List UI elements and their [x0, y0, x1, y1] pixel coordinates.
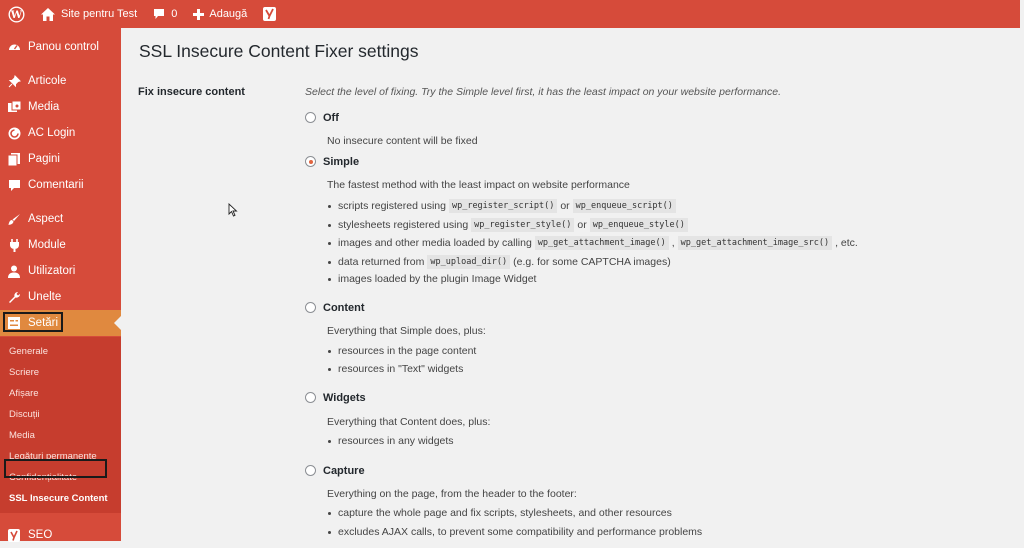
home-icon	[41, 7, 55, 21]
radio-simple[interactable]	[305, 156, 316, 167]
menu-label: Unelte	[28, 291, 62, 303]
list-item: resources in the page content	[327, 345, 476, 357]
menu-label: Module	[28, 239, 66, 251]
menu-articole[interactable]: Articole	[0, 68, 121, 94]
submenu-media[interactable]: Media	[9, 430, 35, 441]
list-item: resources in "Text" widgets	[327, 363, 463, 375]
list-item: images and other media loaded by calling…	[327, 236, 858, 250]
dashboard-icon	[7, 40, 21, 54]
menu-utilizatori[interactable]: Utilizatori	[0, 258, 121, 284]
field-label: Fix insecure content	[138, 86, 245, 98]
option-widgets-label[interactable]: Widgets	[323, 392, 366, 404]
yoast-icon	[7, 528, 21, 542]
comment-bubble-icon	[153, 8, 165, 20]
menu-label: Utilizatori	[28, 265, 76, 277]
pin-icon	[7, 74, 21, 88]
menu-comentarii[interactable]: Comentarii	[0, 172, 121, 198]
menu-dashboard[interactable]: Panou control	[0, 34, 121, 60]
menu-label: Media	[28, 101, 60, 113]
menu-label: Panou control	[28, 41, 99, 53]
menu-label: Articole	[28, 75, 67, 87]
page-title: SSL Insecure Content Fixer settings	[139, 41, 419, 61]
highlight-box	[3, 312, 63, 332]
menu-label: SEO	[28, 529, 53, 541]
comment-icon	[7, 178, 21, 192]
code-snippet: wp_enqueue_script()	[572, 199, 676, 213]
option-content-text: Everything that Simple does, plus:	[327, 325, 486, 337]
yoast-seo-icon[interactable]	[255, 0, 284, 28]
wrench-icon	[7, 290, 21, 304]
add-new-link[interactable]: Adaugă	[185, 0, 255, 28]
option-capture-label[interactable]: Capture	[323, 465, 365, 477]
menu-label: Pagini	[28, 153, 60, 165]
code-snippet: wp_register_script()	[448, 199, 558, 213]
menu-media[interactable]: Media	[0, 94, 121, 120]
code-snippet: wp_register_style()	[471, 218, 575, 232]
option-simple-label[interactable]: Simple	[323, 156, 359, 168]
list-item: capture the whole page and fix scripts, …	[327, 507, 672, 519]
list-item: images loaded by the plugin Image Widget	[327, 273, 536, 285]
field-description: Select the level of fixing. Try the Simp…	[305, 86, 782, 98]
menu-unelte[interactable]: Unelte	[0, 284, 121, 310]
list-item: data returned from wp_upload_dir() (e.g.…	[327, 255, 671, 269]
menu-label: Aspect	[28, 213, 64, 225]
active-caret	[114, 316, 121, 330]
list-item: resources in any widgets	[327, 435, 454, 447]
radio-capture[interactable]	[305, 465, 316, 476]
add-new-label: Adaugă	[209, 8, 248, 20]
submenu-ssl-insecure-content[interactable]: SSL Insecure Content	[9, 493, 108, 504]
code-snippet: wp_get_attachment_image_src()	[677, 236, 833, 250]
menu-seo[interactable]: SEO	[0, 522, 121, 548]
submenu-discutii[interactable]: Discuții	[9, 409, 40, 420]
page-icon	[7, 152, 21, 166]
ac-login-icon	[7, 126, 21, 140]
main-content: SSL Insecure Content Fixer settings Fix …	[121, 28, 1020, 541]
menu-module[interactable]: Module	[0, 232, 121, 258]
menu-aspect[interactable]: Aspect	[0, 206, 121, 232]
svg-text:W: W	[10, 9, 23, 21]
menu-ac-login[interactable]: AC Login	[0, 120, 121, 146]
option-simple-text: The fastest method with the least impact…	[327, 179, 630, 191]
plus-icon	[193, 8, 205, 20]
comments-link[interactable]: 0	[145, 0, 185, 28]
option-off-text: No insecure content will be fixed	[327, 135, 478, 147]
user-icon	[7, 264, 21, 278]
menu-pagini[interactable]: Pagini	[0, 146, 121, 172]
submenu-afisare[interactable]: Afișare	[9, 388, 39, 399]
site-name-link[interactable]: Site pentru Test	[33, 0, 145, 28]
option-content-label[interactable]: Content	[323, 302, 365, 314]
menu-label: Comentarii	[28, 179, 84, 191]
option-capture-text: Everything on the page, from the header …	[327, 488, 577, 500]
list-item: scripts registered using wp_register_scr…	[327, 199, 679, 213]
menu-label: AC Login	[28, 127, 76, 139]
list-item: stylesheets registered using wp_register…	[327, 218, 691, 232]
comments-count: 0	[171, 8, 178, 20]
radio-off[interactable]	[305, 112, 316, 123]
code-snippet: wp_enqueue_style()	[589, 218, 688, 232]
settings-submenu: Generale Scriere Afișare Discuții Media …	[0, 337, 121, 513]
radio-content[interactable]	[305, 302, 316, 313]
option-off-label[interactable]: Off	[323, 112, 339, 124]
brush-icon	[7, 212, 21, 226]
mouse-cursor-icon	[228, 202, 238, 220]
list-item: excludes AJAX calls, to prevent some com…	[327, 526, 702, 538]
highlight-box	[4, 459, 107, 478]
submenu-scriere[interactable]: Scriere	[9, 367, 39, 378]
radio-widgets[interactable]	[305, 392, 316, 403]
menu-setari[interactable]: Setări	[0, 310, 121, 336]
media-icon	[7, 100, 21, 114]
plugin-icon	[7, 238, 21, 252]
code-snippet: wp_get_attachment_image()	[534, 236, 669, 250]
wordpress-logo-icon[interactable]: W	[0, 0, 33, 28]
site-name-label: Site pentru Test	[61, 8, 138, 20]
option-widgets-text: Everything that Content does, plus:	[327, 416, 491, 428]
admin-bar: W Site pentru Test 0 Adaugă	[0, 0, 1020, 28]
code-snippet: wp_upload_dir()	[427, 255, 511, 269]
submenu-generale[interactable]: Generale	[9, 346, 48, 357]
